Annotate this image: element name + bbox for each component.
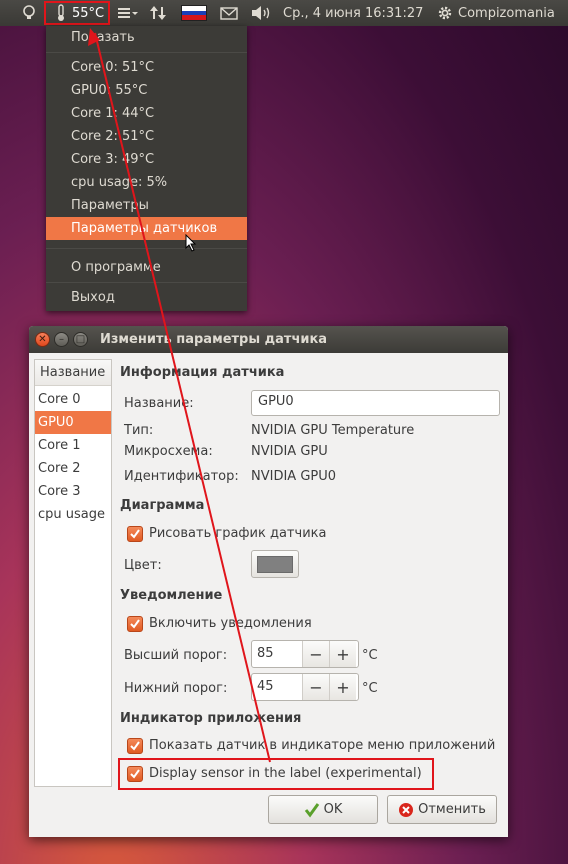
id-label: Идентификатор: (124, 469, 239, 484)
user-name: Compizomania (458, 5, 555, 21)
chip-label: Микросхема: (124, 444, 213, 459)
menu-item-core3[interactable]: Core 3: 49°C (46, 148, 247, 171)
sensor-name-field[interactable]: GPU0 (251, 390, 500, 416)
network-icon[interactable] (146, 0, 170, 26)
checkmark-icon (130, 619, 140, 629)
date-time: Ср., 4 июня 16:31:27 (283, 5, 424, 21)
low-threshold-label: Нижний порог: (124, 681, 228, 696)
list-item-selected[interactable]: GPU0 (35, 411, 111, 434)
menu-item-preferences[interactable]: Параметры (46, 194, 247, 217)
temperature-highlight (44, 1, 110, 25)
sensor-preferences-dialog: ✕ – □ Изменить параметры датчика Названи… (29, 326, 508, 837)
checkmark-icon (130, 741, 140, 751)
id-value: NVIDIA GPU0 (251, 469, 337, 484)
minus-icon[interactable]: − (302, 641, 329, 667)
low-threshold-value[interactable]: 45 (252, 674, 302, 700)
list-item[interactable]: Core 1 (35, 434, 111, 457)
lightbulb-icon[interactable] (16, 0, 42, 26)
color-swatch (257, 555, 293, 573)
menu-item-core0[interactable]: Core 0: 51°C (46, 56, 247, 79)
section-graph: Диаграмма (120, 498, 205, 513)
ok-button-label: OK (323, 802, 343, 817)
minus-icon[interactable]: − (302, 674, 329, 700)
checkmark-icon (130, 769, 140, 779)
list-column-header[interactable]: Название (35, 360, 111, 386)
menu-item-cpu-usage[interactable]: cpu usage: 5% (46, 171, 247, 194)
section-app-indicator: Индикатор приложения (120, 711, 302, 726)
show-in-indicator-checkbox[interactable] (127, 738, 143, 754)
menu-item-core1[interactable]: Core 1: 44°C (46, 102, 247, 125)
high-threshold-value[interactable]: 85 (252, 641, 302, 667)
cancel-button-label: Отменить (418, 802, 486, 817)
checkmark-icon (130, 529, 140, 539)
show-in-indicator-label[interactable]: Показать датчик в индикаторе меню прилож… (149, 738, 495, 753)
draw-graph-label[interactable]: Рисовать график датчика (149, 526, 326, 541)
session-indicator[interactable]: Compizomania (437, 0, 565, 26)
plus-icon[interactable]: + (329, 674, 356, 700)
type-label: Тип: (124, 423, 154, 438)
menu-item-sensor-preferences[interactable]: Параметры датчиков (46, 217, 247, 240)
enable-alarm-checkbox[interactable] (127, 616, 143, 632)
list-item[interactable]: Core 2 (35, 457, 111, 480)
color-picker-button[interactable] (251, 550, 299, 578)
plus-icon[interactable]: + (329, 641, 356, 667)
volume-icon[interactable] (250, 0, 274, 26)
indicator-menu: Показать Core 0: 51°C GPU0: 55°C Core 1:… (46, 26, 247, 311)
list-item[interactable]: Core 3 (35, 480, 111, 503)
dialog-titlebar[interactable]: ✕ – □ Изменить параметры датчика (29, 326, 508, 353)
dialog-title: Изменить параметры датчика (100, 332, 328, 347)
mouse-cursor-icon (185, 234, 197, 252)
menu-item-show[interactable]: Показать (46, 26, 247, 49)
section-alarm: Уведомление (120, 588, 223, 603)
low-threshold-spinner[interactable]: 45 − + (251, 673, 359, 701)
display-in-label-label[interactable]: Display sensor in the label (experimenta… (149, 766, 422, 781)
cancel-icon (399, 802, 414, 817)
list-item[interactable]: Core 0 (35, 388, 111, 411)
menu-item-gpu0[interactable]: GPU0: 55°C (46, 79, 247, 102)
section-sensor-info: Информация датчика (120, 365, 285, 380)
mail-icon[interactable] (218, 0, 240, 26)
sensor-list[interactable]: Название Core 0 GPU0 Core 1 Core 2 Core … (34, 359, 112, 787)
menu-item-core2[interactable]: Core 2: 51°C (46, 125, 247, 148)
low-threshold-unit: °C (362, 681, 378, 696)
check-icon (304, 802, 319, 817)
menu-separator (46, 282, 247, 283)
menu-separator (46, 52, 247, 53)
chip-value: NVIDIA GPU (251, 444, 328, 459)
close-icon[interactable]: ✕ (35, 332, 50, 347)
minimize-icon[interactable]: – (54, 332, 69, 347)
draw-graph-checkbox[interactable] (127, 526, 143, 542)
menu-item-quit[interactable]: Выход (46, 286, 247, 309)
menu-separator (46, 248, 247, 249)
high-threshold-spinner[interactable]: 85 − + (251, 640, 359, 668)
ok-button[interactable]: OK (268, 795, 378, 824)
menu-list-icon[interactable] (115, 0, 141, 26)
display-in-label-checkbox[interactable] (127, 766, 143, 782)
high-threshold-label: Высший порог: (124, 648, 228, 663)
datetime-indicator[interactable]: Ср., 4 июня 16:31:27 (283, 0, 433, 26)
color-label: Цвет: (124, 558, 162, 573)
cancel-button[interactable]: Отменить (387, 795, 497, 824)
list-item[interactable]: cpu usage (35, 503, 111, 526)
maximize-icon[interactable]: □ (73, 332, 88, 347)
menu-item-about[interactable]: О программе (46, 256, 247, 279)
keyboard-layout-flag-icon[interactable] (180, 0, 208, 26)
high-threshold-unit: °C (362, 648, 378, 663)
type-value: NVIDIA GPU Temperature (251, 423, 415, 438)
gear-icon (438, 6, 452, 20)
enable-alarm-label[interactable]: Включить уведомления (149, 616, 312, 631)
name-label: Название: (124, 396, 194, 411)
